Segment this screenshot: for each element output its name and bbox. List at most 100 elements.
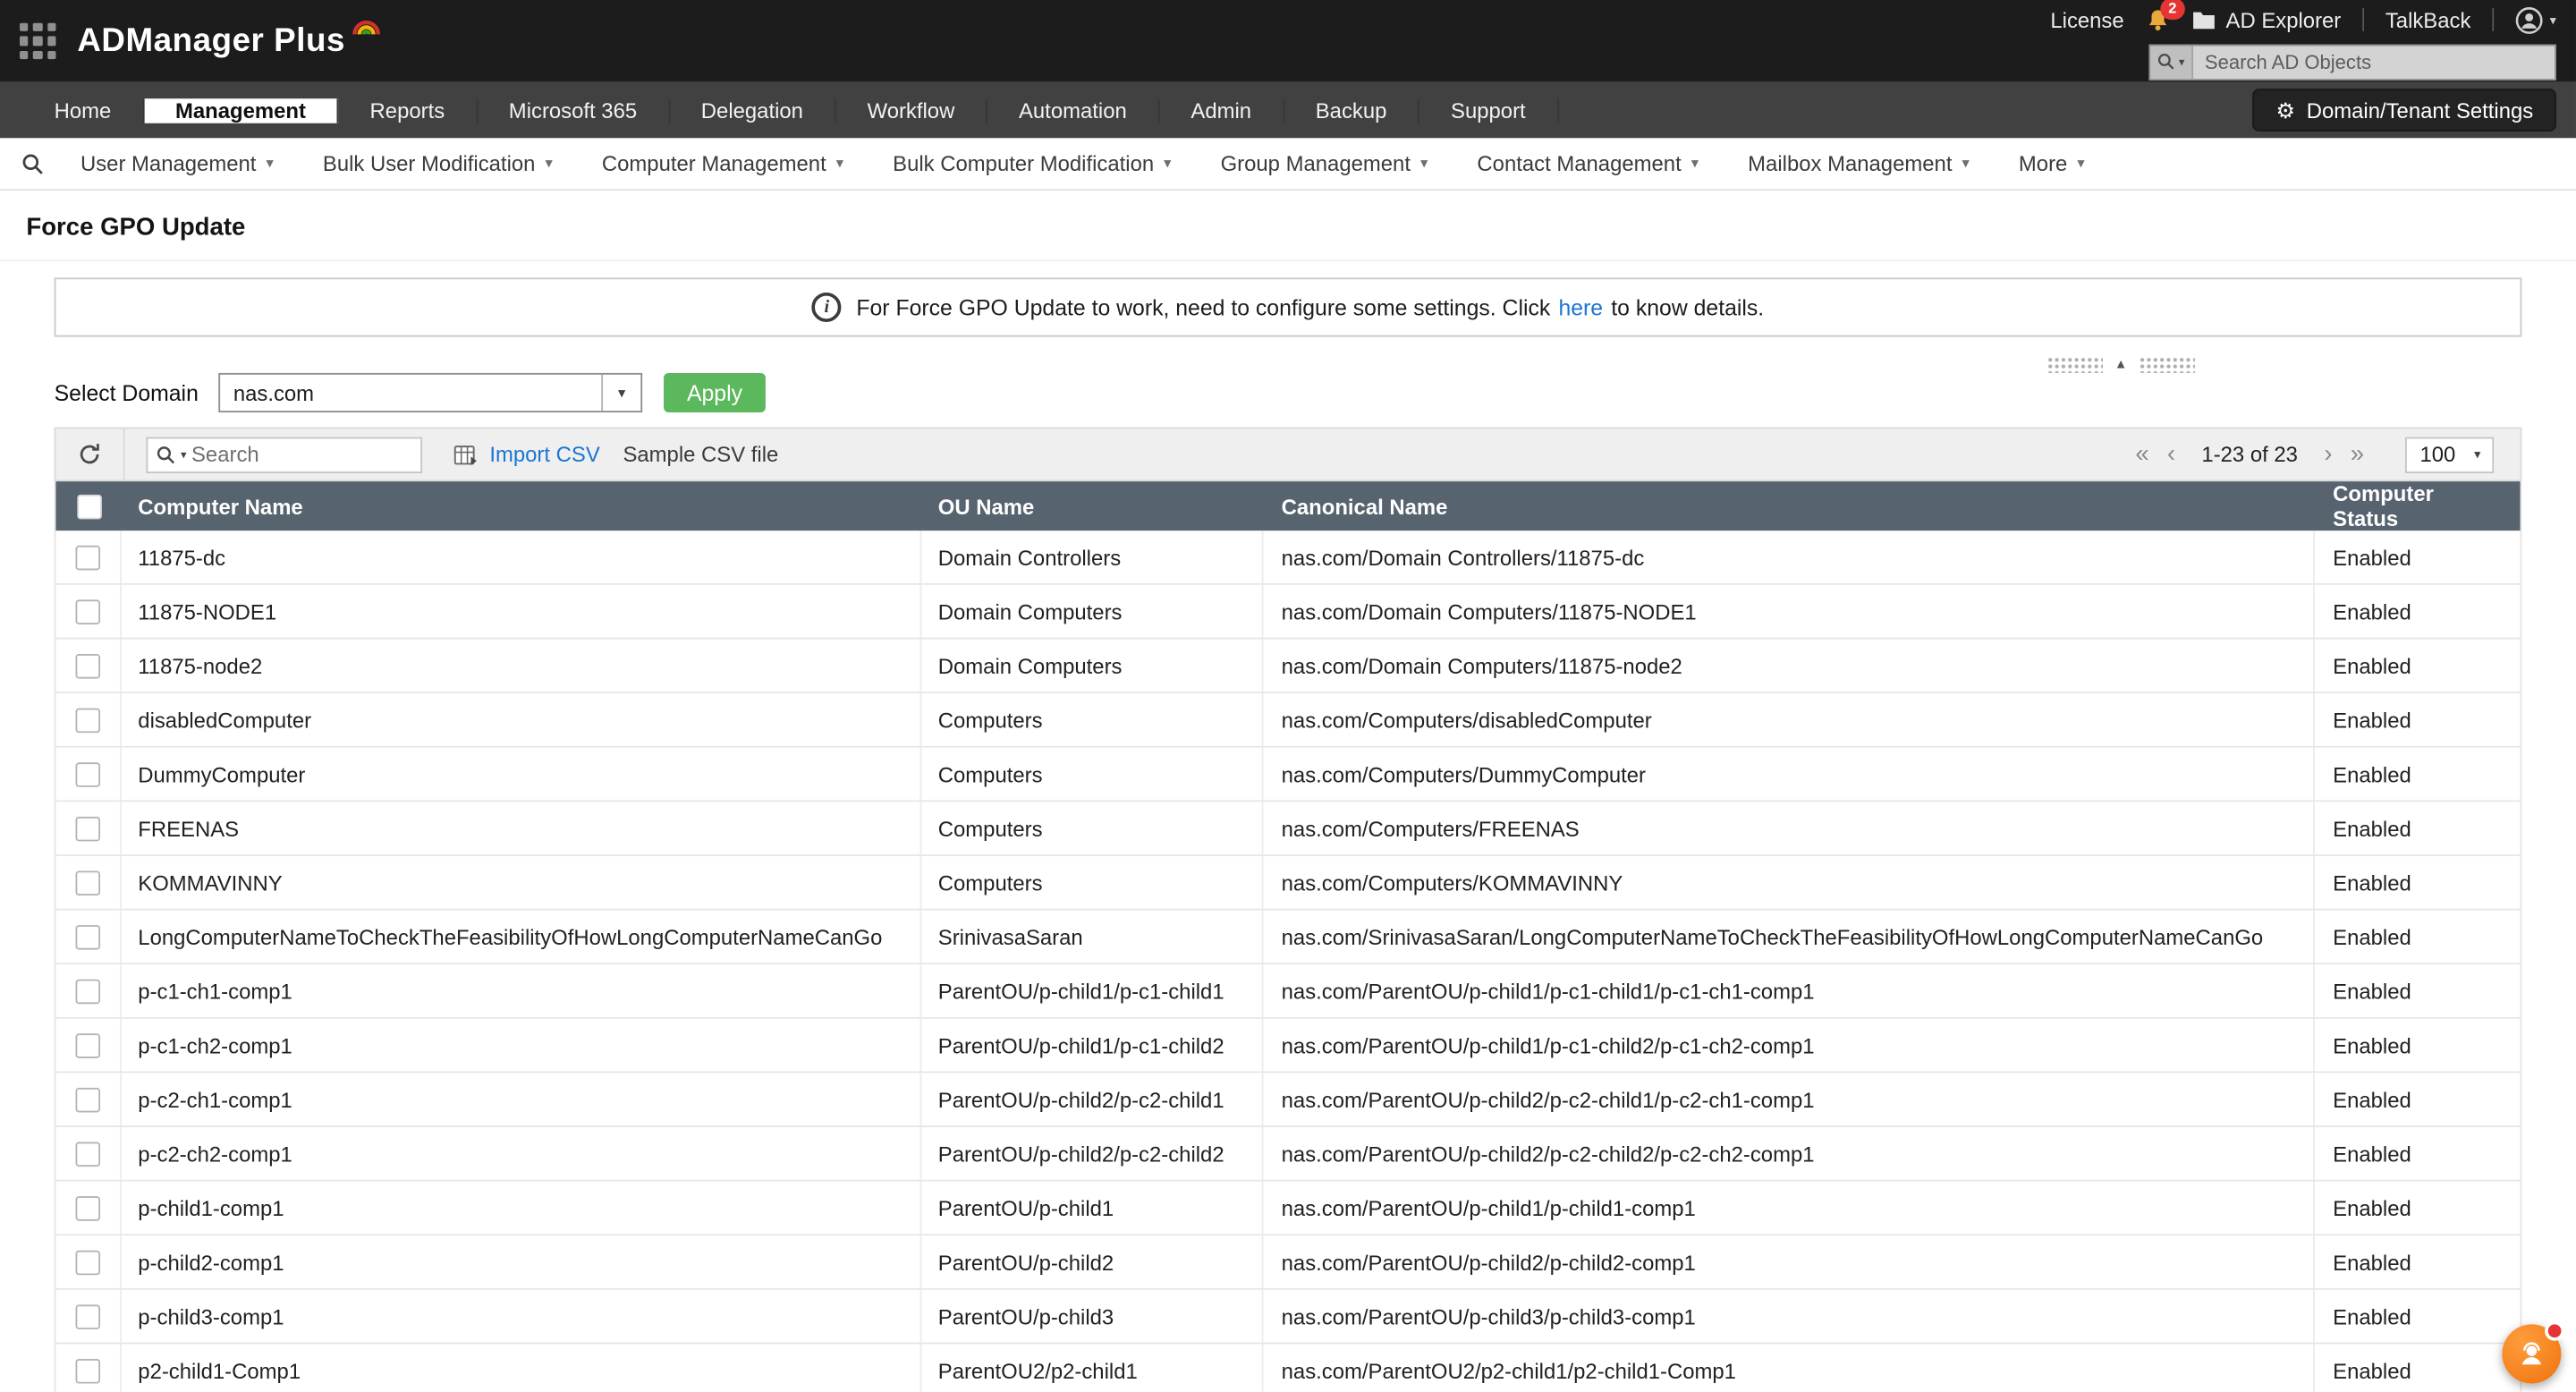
table-search-input[interactable] — [191, 442, 412, 467]
select-all-checkbox[interactable] — [76, 494, 101, 519]
tab-support[interactable]: Support — [1419, 98, 1558, 123]
refresh-button[interactable] — [55, 429, 124, 480]
support-chat-button[interactable] — [2502, 1324, 2561, 1383]
table-header: Computer Name OU Name Canonical Name Com… — [55, 481, 2520, 530]
row-checkbox[interactable] — [75, 1358, 100, 1383]
user-menu[interactable]: ▾ — [2515, 5, 2556, 33]
row-checkbox[interactable] — [75, 1087, 100, 1112]
row-checkbox[interactable] — [75, 979, 100, 1004]
search-icon — [156, 445, 175, 464]
row-checkbox[interactable] — [75, 1032, 100, 1057]
row-checkbox[interactable] — [75, 1142, 100, 1167]
domain-select[interactable]: nas.com ▾ — [218, 373, 642, 412]
ou-name-cell: ParentOU/p-child1 — [921, 1182, 1263, 1235]
menu-item-label: Contact Management — [1477, 151, 1681, 176]
row-checkbox[interactable] — [75, 653, 100, 678]
row-checkbox[interactable] — [75, 708, 100, 733]
table-row: DummyComputer Computers nas.com/Computer… — [55, 748, 2520, 802]
ou-name-cell: ParentOU/p-child1/p-c1-child1 — [921, 964, 1263, 1017]
talkback-link[interactable]: TalkBack — [2385, 7, 2471, 32]
computer-name-cell: FREENAS — [122, 802, 921, 854]
tab-delegation[interactable]: Delegation — [670, 98, 836, 123]
sample-csv-link[interactable]: Sample CSV file — [623, 442, 778, 467]
table-row: p-c1-ch2-comp1 ParentOU/p-child1/p-c1-ch… — [55, 1019, 2520, 1074]
column-header-canonical-name[interactable]: Canonical Name — [1263, 481, 2315, 530]
computer-name-cell: p-c1-ch2-comp1 — [122, 1019, 921, 1072]
chat-notification-dot — [2545, 1321, 2564, 1341]
tab-microsoft-365[interactable]: Microsoft 365 — [478, 98, 670, 123]
info-icon: i — [812, 293, 842, 322]
chevron-down-icon: ▾ — [545, 155, 552, 173]
column-header-computer-status[interactable]: Computer Status — [2315, 481, 2521, 530]
row-checkbox[interactable] — [75, 1303, 100, 1328]
chevron-down-icon[interactable]: ▾ — [181, 448, 186, 462]
notification-bell-icon[interactable]: 2 — [2146, 7, 2171, 32]
ou-name-cell: Domain Computers — [921, 639, 1263, 692]
canonical-name-cell: nas.com/Domain Controllers/11875-dc — [1263, 530, 2315, 583]
first-page-button[interactable]: « — [2135, 442, 2148, 467]
row-checkbox[interactable] — [75, 816, 100, 841]
menu-item-label: Bulk User Modification — [323, 151, 536, 176]
computer-name-cell: disabledComputer — [122, 693, 921, 746]
menu-bulk-user-modification[interactable]: Bulk User Modification ▾ — [298, 151, 577, 176]
ou-name-cell: Computers — [921, 802, 1263, 854]
search-scope-button[interactable]: ▾ — [2150, 46, 2193, 79]
app-launcher-icon[interactable] — [20, 23, 55, 59]
status-cell: Enabled — [2315, 1235, 2521, 1288]
menu-user-management[interactable]: User Management▾ — [55, 151, 298, 176]
last-page-button[interactable]: » — [2351, 442, 2364, 467]
tab-home[interactable]: Home — [23, 98, 144, 123]
chevron-down-icon: ▾ — [1962, 155, 1969, 173]
divider — [2362, 8, 2364, 31]
domain-selection-row: Select Domain nas.com ▾ Apply ▲ — [55, 371, 2522, 414]
ou-name-cell: Domain Computers — [921, 585, 1263, 638]
menu-more[interactable]: More▾ — [1994, 151, 2109, 176]
tab-automation[interactable]: Automation — [987, 98, 1159, 123]
row-checkbox[interactable] — [75, 761, 100, 786]
here-link[interactable]: here — [1558, 295, 1603, 320]
column-header-ou-name[interactable]: OU Name — [921, 481, 1263, 530]
status-cell: Enabled — [2315, 639, 2521, 692]
banner-text: to know details. — [1611, 295, 1764, 320]
computer-name-cell: p-c1-ch1-comp1 — [122, 964, 921, 1017]
tab-admin[interactable]: Admin — [1160, 98, 1284, 123]
import-csv-link[interactable]: Import CSV — [453, 442, 600, 467]
table-row: p-child1-comp1 ParentOU/p-child1 nas.com… — [55, 1182, 2520, 1236]
tab-reports[interactable]: Reports — [339, 98, 478, 123]
next-page-button[interactable]: › — [2324, 442, 2332, 467]
page-size-select[interactable]: 100 ▾ — [2405, 437, 2494, 472]
computer-name-cell: p-c2-ch2-comp1 — [122, 1127, 921, 1180]
apply-button[interactable]: Apply — [664, 373, 766, 412]
domain-tenant-settings-button[interactable]: ⚙ Domain/Tenant Settings — [2253, 89, 2556, 132]
row-checkbox[interactable] — [75, 545, 100, 570]
menu-bulk-computer-modification[interactable]: Bulk Computer Modification▾ — [869, 151, 1196, 176]
table-row: 11875-dc Domain Controllers nas.com/Doma… — [55, 530, 2520, 585]
previous-page-button[interactable]: ‹ — [2167, 442, 2175, 467]
menu-computer-management[interactable]: Computer Management▾ — [577, 151, 868, 176]
column-header-computer-name[interactable]: Computer Name — [122, 481, 921, 530]
row-checkbox[interactable] — [75, 598, 100, 624]
tab-backup[interactable]: Backup — [1284, 98, 1419, 123]
ad-explorer-link[interactable]: AD Explorer — [2191, 7, 2341, 32]
user-avatar-icon — [2515, 5, 2543, 33]
menu-group-management[interactable]: Group Management▾ — [1196, 151, 1453, 176]
status-cell: Enabled — [2315, 1344, 2521, 1391]
app: ADManager Plus License 2 — [0, 0, 2576, 1392]
row-checkbox[interactable] — [75, 924, 100, 949]
row-checkbox[interactable] — [75, 870, 100, 895]
menu-mailbox-management[interactable]: Mailbox Management▾ — [1724, 151, 1995, 176]
menu-contact-management[interactable]: Contact Management▾ — [1453, 151, 1724, 176]
tab-workflow[interactable]: Workflow — [836, 98, 987, 123]
license-link[interactable]: License — [2050, 7, 2123, 32]
computer-name-cell: p2-child1-Comp1 — [122, 1344, 921, 1391]
computer-name-cell: p-child3-comp1 — [122, 1290, 921, 1343]
tab-management[interactable]: Management — [144, 98, 339, 123]
table-row: p-c1-ch1-comp1 ParentOU/p-child1/p-c1-ch… — [55, 964, 2520, 1019]
status-cell: Enabled — [2315, 856, 2521, 909]
panel-collapse-handle[interactable]: ▲ — [2034, 352, 2208, 377]
row-checkbox[interactable] — [75, 1195, 100, 1220]
ad-objects-search-input[interactable] — [2193, 50, 2555, 73]
computer-name-cell: DummyComputer — [122, 748, 921, 801]
menu-search-button[interactable] — [10, 152, 55, 175]
row-checkbox[interactable] — [75, 1250, 100, 1275]
